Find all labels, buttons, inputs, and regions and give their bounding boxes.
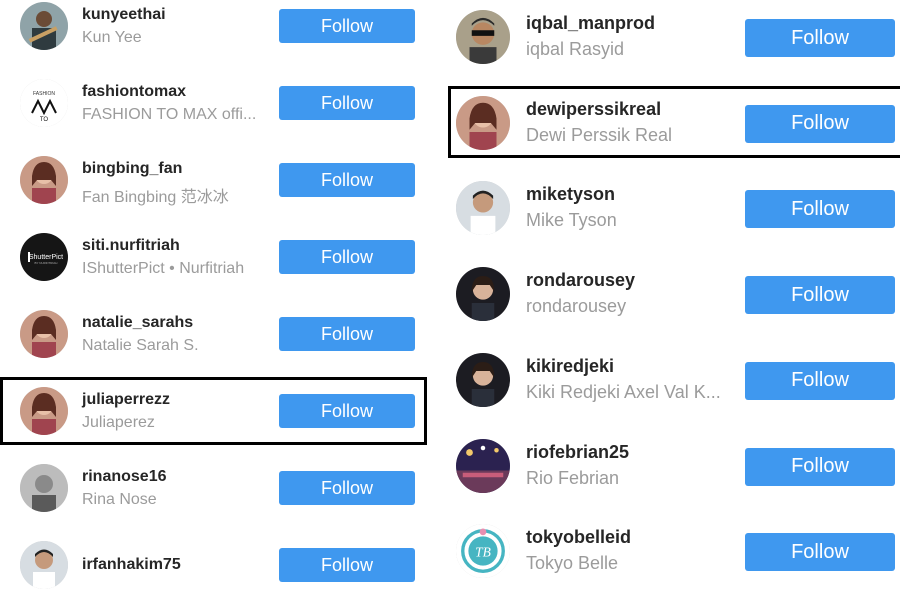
avatar[interactable] <box>456 352 510 407</box>
username[interactable]: kunyeethai <box>82 6 166 24</box>
avatar[interactable] <box>20 541 68 589</box>
svg-text:TO: TO <box>40 117 49 123</box>
user-row[interactable]: miketyson Mike Tyson Follow <box>440 178 900 264</box>
avatar[interactable] <box>456 10 510 64</box>
avatar[interactable]: ShutterPict BY NURFITRIAH <box>20 233 68 281</box>
username[interactable]: siti.nurfitriah <box>82 237 180 255</box>
avatar[interactable] <box>456 438 510 493</box>
svg-text:FASHION: FASHION <box>33 91 55 97</box>
follow-button[interactable]: Follow <box>745 276 895 315</box>
username[interactable]: tokyobelleid <box>526 527 631 548</box>
follow-button[interactable]: Follow <box>279 394 415 428</box>
full-name: iqbal Rasyid <box>526 39 625 59</box>
follow-button[interactable]: Follow <box>279 240 415 274</box>
full-name: IShutterPict • Nurfitriah <box>82 260 245 277</box>
svg-text:TB: TB <box>475 545 491 560</box>
user-row[interactable]: kikiredjeki Kiki Redjeki Axel Val K... Fol… <box>440 350 900 436</box>
full-name: Rina Nose <box>82 491 157 508</box>
svg-text:BY NURFITRIAH: BY NURFITRIAH <box>35 261 58 265</box>
user-row[interactable]: rondarousey rondarousey Follow <box>440 264 900 350</box>
username[interactable]: fashiontomax <box>82 83 186 101</box>
follow-button[interactable]: Follow <box>745 190 895 229</box>
follow-button[interactable]: Follow <box>279 471 415 505</box>
full-name: Mike Tyson <box>526 210 617 231</box>
avatar[interactable] <box>20 156 68 204</box>
user-row[interactable]: juliaperrezz Juliaperez Follow <box>0 385 440 462</box>
username[interactable]: kikiredjeki <box>526 356 614 377</box>
username[interactable]: riofebrian25 <box>526 442 629 463</box>
full-name: FASHION TO MAX offi... <box>82 106 257 123</box>
follow-button[interactable]: Follow <box>745 104 895 143</box>
username[interactable]: iqbal_manprod <box>526 13 655 34</box>
avatar[interactable] <box>20 310 68 358</box>
avatar[interactable]: FASHION TO <box>20 79 68 127</box>
avatar[interactable] <box>20 387 68 435</box>
avatar[interactable] <box>456 181 510 236</box>
full-name: Tokyo Belle <box>526 553 619 574</box>
follow-button[interactable]: Follow <box>279 317 415 351</box>
follow-button[interactable]: Follow <box>745 361 895 400</box>
full-name: Fan Bingbing 范冰冰 <box>82 189 229 206</box>
user-row[interactable]: kunyeethai Kun Yee Follow <box>0 0 440 77</box>
user-row[interactable]: TB tokyobelleid Tokyo Belle Follow <box>440 521 900 607</box>
username[interactable]: rondarousey <box>526 270 635 291</box>
username[interactable]: juliaperrezz <box>82 391 170 409</box>
follow-button[interactable]: Follow <box>279 548 415 582</box>
user-row[interactable]: FASHION TO fashiontomax FASHION TO MAX offi… <box>0 77 440 154</box>
avatar[interactable] <box>20 464 68 512</box>
avatar[interactable]: TB <box>456 524 510 579</box>
left-user-list: kunyeethai Kun Yee Follow FASHION TO fashiont… <box>0 0 440 600</box>
follow-button[interactable]: Follow <box>745 447 895 486</box>
user-row[interactable]: iqbal_manprodiqbal Rasyid Follow <box>440 7 900 93</box>
username[interactable]: miketyson <box>526 184 615 205</box>
full-name: Natalie Sarah S. <box>82 337 199 354</box>
svg-text:ShutterPict: ShutterPict <box>29 254 63 261</box>
full-name: Dewi Perssik Real <box>526 124 673 145</box>
username[interactable]: irfanhakim75 <box>82 556 181 574</box>
full-name: Kun Yee <box>82 29 142 46</box>
user-row[interactable]: riofebrian25 Rio Febrian Follow <box>440 436 900 522</box>
full-name: Rio Febrian <box>526 467 620 488</box>
follow-button[interactable]: Follow <box>745 533 895 572</box>
user-row[interactable]: dewiperssikreal Dewi Perssik Real Follow <box>440 93 900 179</box>
user-row[interactable]: bingbing_fan Fan Bingbing 范冰冰 Follow <box>0 154 440 231</box>
avatar[interactable] <box>20 2 68 50</box>
full-name: Kiki Redjeki Axel Val K... <box>526 381 721 402</box>
full-name: rondarousey <box>526 296 627 317</box>
user-row[interactable]: irfanhakim75 Follow <box>0 539 440 616</box>
avatar[interactable] <box>456 95 510 150</box>
user-row[interactable]: natalie_sarahs Natalie Sarah S. Follow <box>0 308 440 385</box>
follow-button[interactable]: Follow <box>745 19 895 57</box>
follow-button[interactable]: Follow <box>279 163 415 197</box>
user-row[interactable]: ShutterPict BY NURFITRIAH siti.nurfitriah I… <box>0 231 440 308</box>
username[interactable]: natalie_sarahs <box>82 314 193 332</box>
full-name: Juliaperez <box>82 414 155 431</box>
username[interactable]: rinanose16 <box>82 468 166 486</box>
user-row[interactable]: rinanose16 Rina Nose Follow <box>0 462 440 539</box>
follow-button[interactable]: Follow <box>279 9 415 43</box>
follow-button[interactable]: Follow <box>279 86 415 120</box>
username[interactable]: dewiperssikreal <box>526 99 661 120</box>
username[interactable]: bingbing_fan <box>82 160 182 178</box>
avatar[interactable] <box>456 267 510 322</box>
right-user-list: iqbal_manprod iqbal Rasyid Follow dewiperss… <box>440 0 900 600</box>
